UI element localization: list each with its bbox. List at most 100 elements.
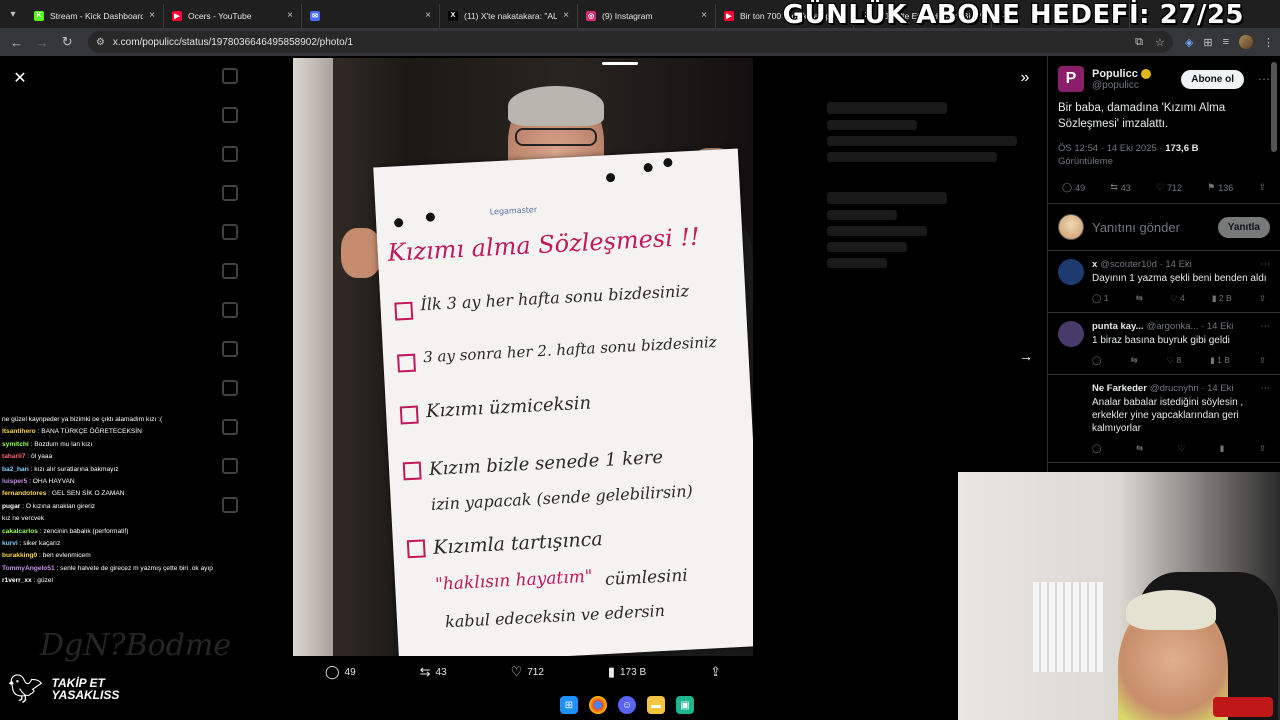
reply-button[interactable]: ◯ 49: [325, 664, 356, 680]
more-options-icon[interactable]: ⋯: [1261, 321, 1271, 332]
reposts-stat[interactable]: ⇆ 43: [1110, 182, 1131, 193]
share-icon[interactable]: ⇪: [1258, 182, 1266, 193]
discord-icon[interactable]: ☺: [618, 696, 636, 714]
file-explorer-icon[interactable]: ▬: [647, 696, 665, 714]
author-name[interactable]: Populicc: [1092, 68, 1173, 80]
tweet-text: Bir baba, damadına 'Kızımı Alma Sözleşme…: [1058, 102, 1226, 130]
photo-door: [293, 58, 333, 656]
collapse-panel-icon[interactable]: »: [1015, 68, 1035, 88]
chrome-icon[interactable]: [589, 696, 607, 714]
comment-avatar[interactable]: [1058, 259, 1084, 285]
comment-item[interactable]: Ne Farkeder @drucnyhn · 14 Eki ⋯ Analar bab…: [1048, 375, 1280, 463]
follow-button[interactable]: Abone ol: [1181, 69, 1244, 89]
browser-tab[interactable]: X (11) X'te nakatakara: "AL R ×: [440, 3, 578, 28]
close-tab-icon[interactable]: ×: [563, 10, 569, 21]
bookmarks-stat[interactable]: ⚑ 136: [1207, 182, 1233, 193]
checkbox-icon: [399, 405, 419, 425]
browser-tab[interactable]: K Stream - Kick Dashboard ×: [26, 3, 164, 28]
sheet-line-8: cümlesini: [604, 565, 689, 590]
like-button[interactable]: ♡ 4: [1170, 293, 1185, 304]
comment-author[interactable]: Ne Farkeder: [1092, 383, 1147, 394]
replies-stat[interactable]: ◯ 49: [1062, 182, 1085, 193]
bookmark-star-icon[interactable]: ☆: [1155, 36, 1165, 49]
share-button[interactable]: ⇪: [710, 664, 721, 680]
back-icon[interactable]: ←: [6, 31, 27, 53]
close-tab-icon[interactable]: ×: [701, 10, 707, 21]
install-app-icon[interactable]: ⧉: [1135, 36, 1143, 49]
comment-handle: @drucnyhn · 14 Eki: [1149, 383, 1234, 394]
repost-button[interactable]: ⇆: [1136, 443, 1143, 454]
comment-item[interactable]: punta kay... @argonka... · 14 Eki ⋯ 1 biraz…: [1048, 313, 1280, 375]
tweet-photo[interactable]: Legamaster Kızımı alma Sözleşmesi !! İlk…: [293, 58, 753, 656]
close-tab-icon[interactable]: ×: [149, 10, 155, 21]
reply-submit-button[interactable]: Yanıtla: [1217, 216, 1270, 238]
tab-search-icon[interactable]: ▾: [6, 7, 20, 21]
repost-button[interactable]: ⇆: [1130, 355, 1137, 366]
reading-list-icon[interactable]: ≡: [1223, 36, 1229, 48]
like-button[interactable]: ♡: [1178, 443, 1186, 454]
extension-icon[interactable]: ◈: [1185, 36, 1193, 49]
extensions-puzzle-icon[interactable]: ⊞: [1203, 36, 1212, 49]
chat-message: Itsantihero : BANA TÜRKÇE ÖĞRETECEKSİN: [2, 426, 242, 438]
tweet-time[interactable]: ÖS 12:54 · 14 Eki 2025 ·: [1058, 143, 1165, 154]
comment-avatar[interactable]: [1058, 383, 1084, 409]
app-icon[interactable]: ▣: [676, 696, 694, 714]
author-handle: @populicc: [1092, 79, 1139, 91]
comment-item[interactable]: x @scouter10d · 14 Eki ⋯ Dayının 1 yazma şe…: [1048, 251, 1280, 313]
chat-message: fernandotores : GEL SEN SİK O ZAMAN: [2, 488, 242, 500]
views-button[interactable]: ▮ 173 B: [608, 664, 646, 680]
comment-handle: @scouter10d · 14 Eki: [1100, 259, 1192, 270]
reply-button[interactable]: ◯: [1092, 443, 1102, 454]
comment-header: punta kay... @argonka... · 14 Eki ⋯: [1092, 321, 1270, 332]
x-icon: X: [448, 10, 458, 21]
more-options-icon[interactable]: ⋯: [1258, 72, 1270, 86]
more-options-icon[interactable]: ⋯: [1261, 259, 1271, 270]
comment-actions: ◯ ⇆ ♡ 8 ▮ 1 B ⇪: [1092, 355, 1270, 366]
reply-input[interactable]: Yanıtını gönder: [1092, 220, 1210, 235]
comment-author[interactable]: x: [1092, 259, 1097, 270]
contract-sheet: Legamaster Kızımı alma Sözleşmesi !! İlk…: [373, 148, 753, 656]
instagram-icon: ◎: [586, 10, 596, 21]
share-icon[interactable]: ⇪: [1259, 293, 1266, 304]
reply-button[interactable]: ◯: [1092, 355, 1102, 366]
author-avatar[interactable]: P: [1058, 66, 1084, 92]
share-icon[interactable]: ⇪: [1259, 355, 1266, 366]
browser-tab[interactable]: ◎ (9) Instagram ×: [578, 3, 716, 28]
profile-avatar[interactable]: [1238, 35, 1253, 49]
views-button[interactable]: ▮: [1220, 443, 1225, 454]
views-button[interactable]: ▮ 1 B: [1210, 355, 1230, 366]
repost-button[interactable]: ⇆ 43: [420, 664, 447, 680]
address-bar[interactable]: ⚙ x.com/populicc/status/1978036646495858…: [87, 31, 1173, 53]
comment-avatar[interactable]: [1058, 321, 1084, 347]
tweet-views-label: Görüntüleme: [1058, 156, 1113, 167]
reply-button[interactable]: ◯ 1: [1092, 293, 1109, 304]
chat-text: O kızına anaklan gireriz: [25, 502, 96, 510]
browser-tab[interactable]: ▶ Ocers - YouTube ×: [164, 3, 302, 28]
comment-author[interactable]: punta kay...: [1092, 321, 1144, 332]
repost-button[interactable]: ⇆: [1136, 293, 1143, 304]
next-photo-icon[interactable]: →: [1015, 345, 1037, 367]
stream-chat-overlay: ne güzel kaynpeder ya bizimki oe çıktı a…: [2, 414, 242, 588]
webcam-microphone: [1213, 697, 1273, 717]
chat-message: ba2_han : kızı alır suratlarına bakmayız: [2, 464, 242, 476]
views-button[interactable]: ▮ 2 B: [1212, 293, 1232, 304]
more-options-icon[interactable]: ⋯: [1261, 383, 1271, 394]
share-icon[interactable]: ⇪: [1259, 443, 1266, 454]
likes-stat[interactable]: ♡ 712: [1156, 182, 1182, 193]
close-tab-icon[interactable]: ×: [425, 10, 431, 21]
panel-scrollbar[interactable]: [1271, 62, 1277, 152]
forward-icon[interactable]: →: [31, 31, 52, 53]
comment-text: Dayının 1 yazma şekli beni benden aldı: [1092, 273, 1267, 284]
windows-start-icon[interactable]: ⊞: [560, 696, 578, 714]
site-info-icon[interactable]: ⚙: [96, 37, 105, 48]
browser-tab[interactable]: ✉ ×: [302, 3, 440, 28]
menu-kebab-icon[interactable]: ⋮: [1263, 36, 1274, 49]
checkbox-icon: [406, 539, 426, 559]
reload-icon[interactable]: ↻: [57, 31, 78, 53]
comment-text: 1 biraz basına buyruk gibi geldi: [1092, 335, 1230, 346]
like-button[interactable]: ♡ 712: [511, 664, 544, 680]
like-button[interactable]: ♡ 8: [1166, 355, 1181, 366]
close-icon[interactable]: ✕: [10, 68, 30, 88]
close-tab-icon[interactable]: ×: [287, 10, 293, 21]
comment-handle: @argonka... · 14 Eki: [1146, 321, 1234, 332]
